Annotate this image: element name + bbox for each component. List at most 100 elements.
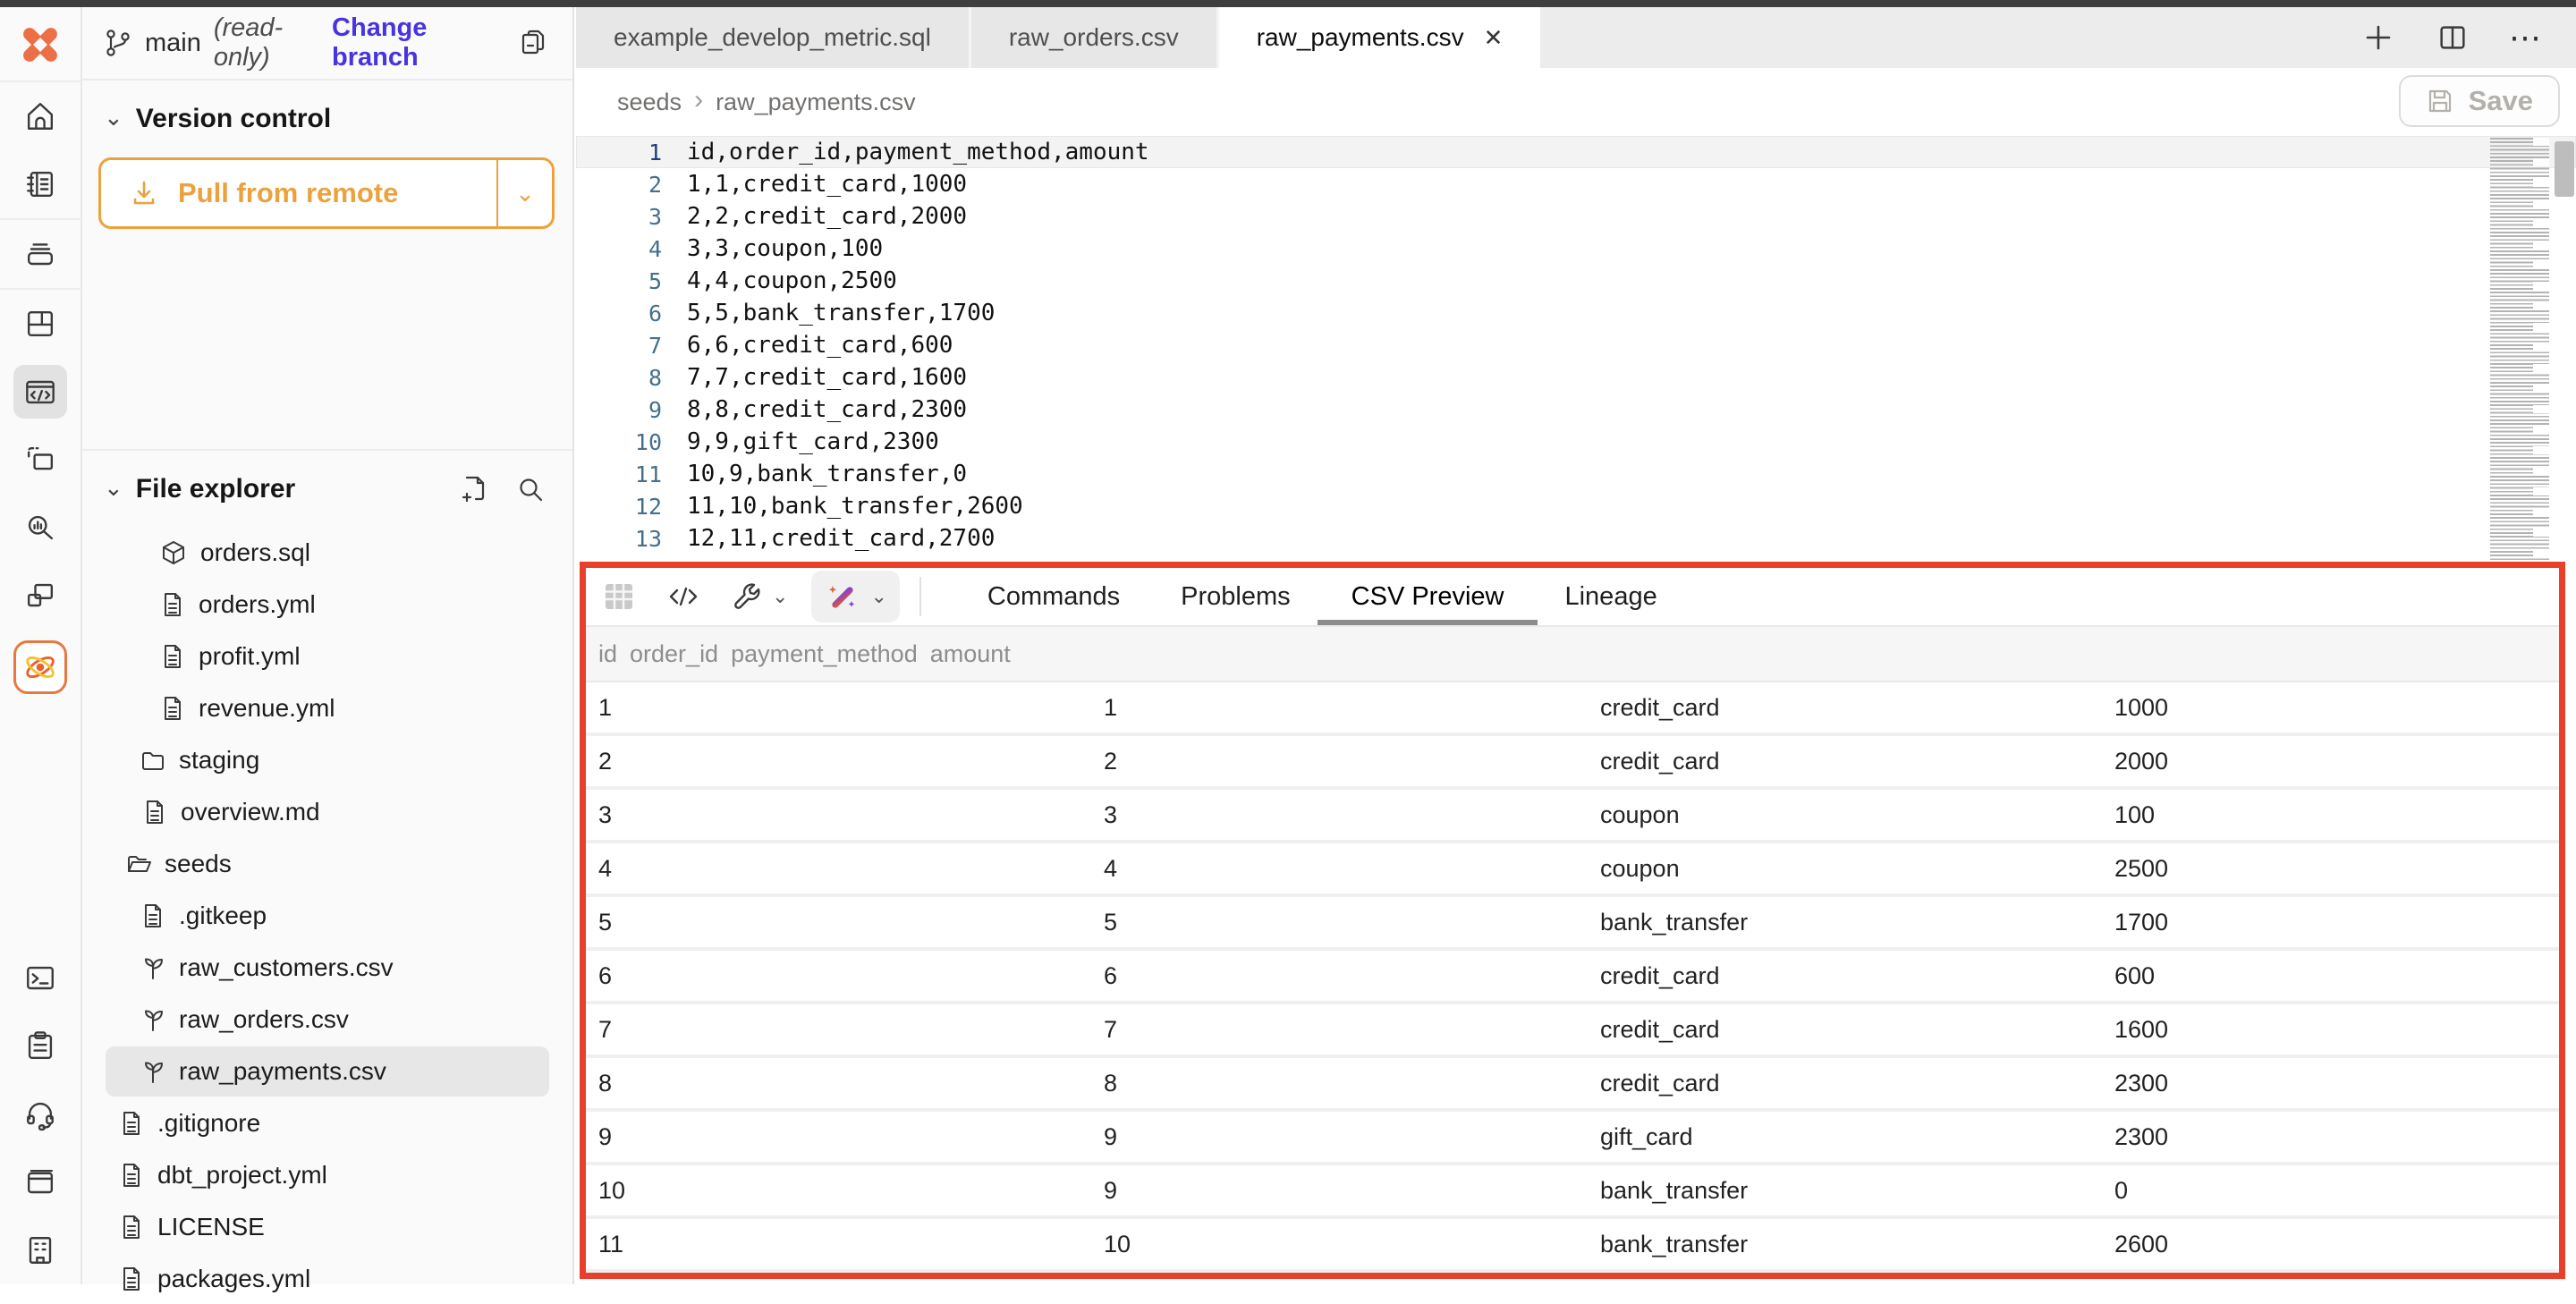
- cell-order-id: 6: [1091, 962, 1588, 990]
- chevron-down-icon: ⌄: [104, 474, 123, 502]
- bottom-panel-tab[interactable]: CSV Preview: [1321, 568, 1535, 625]
- seed-icon: [140, 954, 166, 981]
- editor-scrollbar-thumb[interactable]: [2555, 141, 2574, 197]
- file-item[interactable]: .gitignore: [106, 1098, 549, 1148]
- split-editor-icon[interactable]: [2436, 21, 2470, 55]
- editor-tab-label: example_develop_metric.sql: [614, 23, 931, 52]
- code-line: 1 id,order_id,payment_method,amount: [576, 136, 2576, 168]
- main-area: example_develop_metric.sql raw_orders.cs…: [576, 7, 2576, 1284]
- file-item[interactable]: seeds: [106, 839, 549, 889]
- file-item[interactable]: raw_customers.csv: [106, 943, 549, 993]
- cell-id: 10: [586, 1177, 1091, 1205]
- code-editor[interactable]: 1 id,order_id,payment_method,amount 2 1,…: [576, 136, 2576, 555]
- file-item[interactable]: packages.yml: [106, 1254, 549, 1304]
- more-options-icon[interactable]: ⋯: [2509, 19, 2544, 56]
- save-button[interactable]: Save: [2399, 75, 2560, 127]
- new-tab-icon[interactable]: [2360, 20, 2396, 55]
- cell-id: 7: [586, 1016, 1091, 1044]
- table-grid-icon[interactable]: [600, 578, 638, 615]
- sidebar: main (read-only) Change branch ⌄ Version…: [82, 7, 574, 1284]
- document-icon: [118, 1266, 145, 1292]
- file-name: profit.yml: [199, 642, 301, 671]
- atom-icon[interactable]: [13, 640, 67, 694]
- branch-name: main: [145, 29, 201, 58]
- file-item[interactable]: orders.sql: [106, 528, 549, 578]
- file-name: revenue.yml: [199, 694, 335, 723]
- search-icon[interactable]: [515, 474, 546, 504]
- file-item[interactable]: orders.yml: [106, 580, 549, 630]
- bottom-panel-tab[interactable]: Problems: [1150, 568, 1321, 625]
- minimap[interactable]: [2490, 138, 2549, 562]
- file-name: .gitkeep: [179, 902, 267, 930]
- cell-order-id: 1: [1091, 694, 1588, 722]
- build-tools-dropdown[interactable]: ⌄: [729, 579, 788, 614]
- table-row: 2 2 credit_card 2000: [586, 736, 2559, 790]
- file-item[interactable]: LICENSE: [106, 1202, 549, 1252]
- editor-tab[interactable]: raw_orders.csv: [971, 7, 1219, 68]
- pull-dropdown-caret[interactable]: ⌄: [498, 160, 552, 226]
- file-name: overview.md: [181, 798, 320, 826]
- ai-assist-dropdown[interactable]: ⌄: [811, 571, 899, 622]
- pull-from-remote-button[interactable]: Pull from remote ⌄: [98, 157, 555, 229]
- change-branch-link[interactable]: Change branch: [332, 13, 494, 72]
- new-file-icon[interactable]: [460, 474, 490, 504]
- table-row: 10 9 bank_transfer 0: [586, 1165, 2559, 1219]
- dashboard-icon[interactable]: [13, 297, 67, 351]
- search-analytics-icon[interactable]: [13, 501, 67, 555]
- code-editor-icon[interactable]: [13, 365, 67, 419]
- clipboard-icon[interactable]: [13, 1020, 67, 1073]
- file-explorer-header[interactable]: ⌄ File explorer: [82, 451, 572, 513]
- wrench-icon: [729, 579, 765, 614]
- file-item[interactable]: dbt_project.yml: [106, 1150, 549, 1200]
- bottom-panel-toolbar: ⌄ ⌄ Commands: [586, 568, 2559, 627]
- terminal-icon[interactable]: [13, 952, 67, 1005]
- file-item[interactable]: staging: [106, 735, 549, 785]
- bottom-panel-tab[interactable]: Lineage: [1534, 568, 1687, 625]
- frame-select-icon[interactable]: [13, 433, 67, 487]
- home-icon[interactable]: [13, 89, 67, 143]
- editor-tab-label: raw_payments.csv: [1257, 23, 1464, 52]
- activity-rail: [0, 7, 82, 1284]
- organization-icon[interactable]: [13, 1224, 67, 1277]
- code-line: 7 6,6,credit_card,600: [576, 329, 2576, 361]
- code-slash-icon[interactable]: [665, 578, 702, 615]
- editor-tab[interactable]: raw_payments.csv ✕: [1219, 7, 1541, 68]
- breadcrumb-file[interactable]: raw_payments.csv: [716, 89, 916, 116]
- editor-tab[interactable]: example_develop_metric.sql: [576, 7, 971, 68]
- file-item[interactable]: raw_payments.csv: [106, 1046, 549, 1097]
- dbt-logo-icon: [17, 21, 64, 68]
- code-line: 11 10,9,bank_transfer,0: [576, 458, 2576, 490]
- headset-icon[interactable]: [13, 1088, 67, 1141]
- stack-icon[interactable]: [13, 227, 67, 281]
- cell-id: 8: [586, 1070, 1091, 1097]
- file-item[interactable]: revenue.yml: [106, 683, 549, 733]
- copy-branch-icon[interactable]: [517, 27, 549, 59]
- cell-amount: 600: [2102, 962, 2559, 990]
- line-number: 9: [576, 397, 662, 423]
- close-icon[interactable]: ✕: [1484, 24, 1504, 52]
- table-row: 1 1 credit_card 1000: [586, 682, 2559, 736]
- toolbar-divider: [919, 577, 921, 616]
- line-text: 7,7,credit_card,1600: [687, 364, 967, 391]
- breadcrumb-folder[interactable]: seeds: [617, 89, 682, 116]
- file-item[interactable]: profit.yml: [106, 631, 549, 682]
- cell-payment-method: bank_transfer: [1588, 1231, 2102, 1258]
- file-list: orders.sql orders.yml: [82, 513, 572, 1304]
- chevron-down-icon: ⌄: [870, 585, 886, 608]
- code-line: 12 11,10,bank_transfer,2600: [576, 490, 2576, 522]
- bottom-panel-tabs: Commands Problems CSV Preview Lineage: [957, 568, 1688, 625]
- bottom-panel-tab[interactable]: Commands: [957, 568, 1150, 625]
- document-icon: [118, 1214, 145, 1240]
- file-item[interactable]: raw_orders.csv: [106, 995, 549, 1045]
- column-header: amount: [918, 640, 1011, 668]
- windows-icon[interactable]: [13, 569, 67, 622]
- file-name: orders.yml: [199, 590, 316, 619]
- file-item[interactable]: .gitkeep: [106, 891, 549, 941]
- notebook-icon[interactable]: [13, 157, 67, 211]
- cell-amount: 2500: [2102, 855, 2559, 883]
- version-control-header[interactable]: ⌄ Version control: [82, 80, 572, 143]
- browser-icon[interactable]: [13, 1156, 67, 1209]
- file-item[interactable]: overview.md: [106, 787, 549, 837]
- cell-amount: 1000: [2102, 694, 2559, 722]
- code-line: 5 4,4,coupon,2500: [576, 265, 2576, 297]
